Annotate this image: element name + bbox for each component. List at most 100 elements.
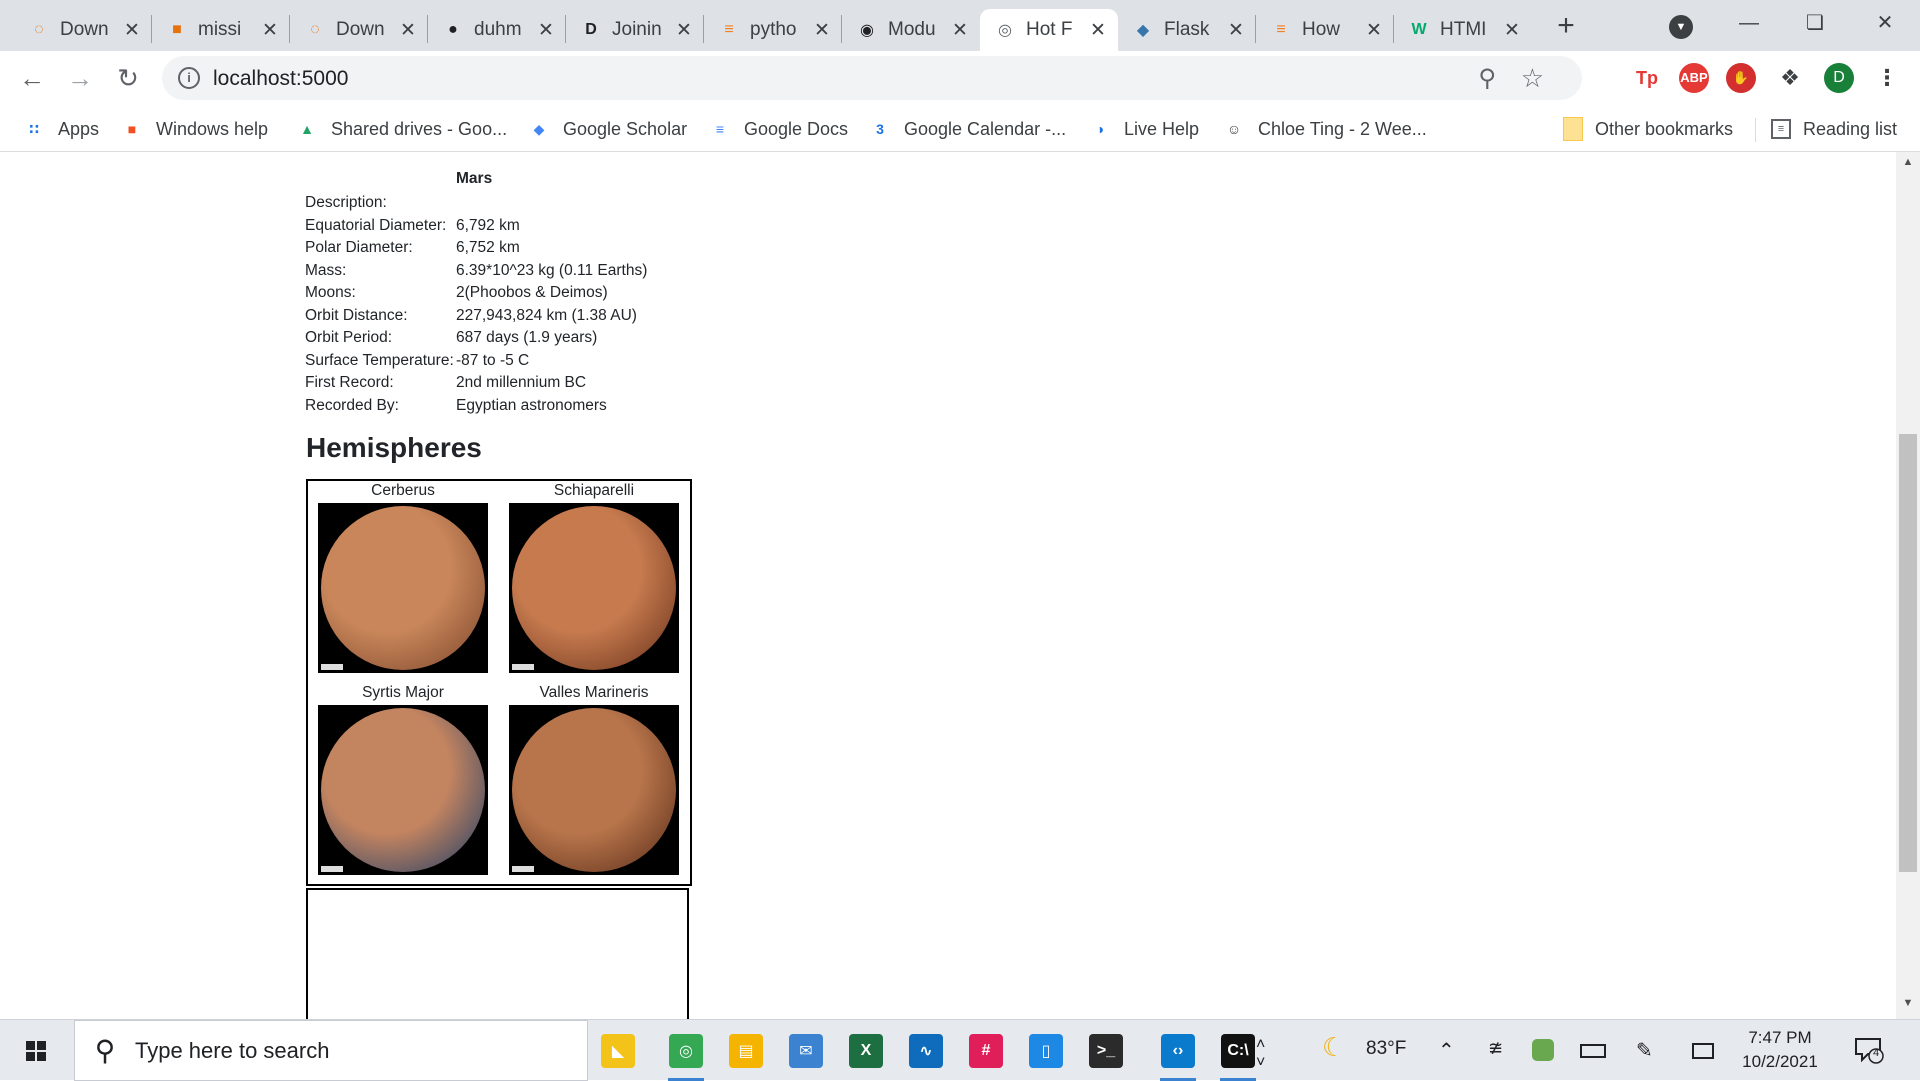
browser-menu-icon[interactable]: ⋮ [1872,63,1902,93]
weather-temperature[interactable]: 83°F [1366,1038,1406,1060]
loading-spinner-icon: ◌ [34,21,44,38]
bookmarks-divider [1755,118,1756,142]
hemisphere-card[interactable]: Syrtis Major [317,683,489,875]
battery-icon[interactable] [1580,1044,1606,1058]
clock[interactable]: 7:47 PM 10/2/2021 [1735,1026,1825,1074]
forward-button[interactable]: → [63,61,97,95]
browser-tab[interactable]: D Joinin ✕ [566,9,704,51]
vertical-scrollbar[interactable]: ▲ ▼ [1896,152,1920,1019]
slack-icon[interactable]: # [964,1030,1008,1072]
browser-tab[interactable]: ≡ How ✕ [1256,9,1394,51]
browser-tab[interactable]: ◎ Hot F ✕ [980,9,1118,51]
browser-tab[interactable]: ◌ Down ✕ [14,9,152,51]
wifi-icon[interactable]: ≇ [1488,1038,1503,1059]
tab-close-icon[interactable]: ✕ [536,19,556,42]
minimize-button[interactable]: — [1726,6,1772,40]
touch-keyboard-icon[interactable] [1692,1043,1714,1059]
file-explorer-icon[interactable]: ▤ [724,1030,768,1072]
browser-tab[interactable]: ≡ pytho ✕ [704,9,842,51]
tab-search-icon[interactable]: ▼ [1669,15,1693,39]
bookmark-item[interactable]: ■ Windows help [120,114,268,144]
weather-moon-icon[interactable]: ☾ [1322,1032,1345,1063]
hemisphere-card[interactable]: Schiaparelli [508,481,680,673]
browser-tab[interactable]: ● duhm ✕ [428,9,566,51]
tp-extension-icon[interactable]: Tp [1632,63,1662,93]
scrollbar-thumb[interactable] [1899,434,1917,872]
scroll-up-arrow-icon[interactable]: ▲ [1896,156,1920,176]
mail-icon[interactable]: ✉ [784,1030,828,1072]
pen-icon[interactable]: ✎ [1636,1038,1653,1063]
adblock-plus-icon[interactable]: ABP [1679,63,1709,93]
url-text[interactable]: localhost:5000 [213,67,348,91]
bookmark-item[interactable]: ∷ Apps [22,114,99,144]
fact-value: 2nd millennium BC [456,374,587,391]
browser-toolbar: ← → ↻ i localhost:5000 ⚲ ☆ Tp ABP ✋ ❖ D ⋮ [0,51,1920,106]
tab-close-icon[interactable]: ✕ [950,19,970,42]
browser-tab[interactable]: W HTMI ✕ [1394,9,1532,51]
bookmark-item[interactable]: ≡ Google Docs [708,114,848,144]
tab-close-icon[interactable]: ✕ [1364,19,1384,42]
usgs-logo [321,664,343,670]
hand-stop-icon[interactable]: ✋ [1726,63,1756,93]
tab-close-icon[interactable]: ✕ [260,19,280,42]
show-hidden-icons-icon[interactable]: ⌃ [1438,1038,1455,1063]
hemisphere-image[interactable] [509,705,679,875]
facts-row: Equatorial Diameter: 6,792 km [304,215,648,238]
scroll-down-arrow-icon[interactable]: ▼ [1896,997,1920,1017]
site-info-icon[interactable]: i [178,67,200,89]
browser-tab[interactable]: ◆ Flask ✕ [1118,9,1256,51]
vscode-icon[interactable]: ‹› [1156,1030,1200,1081]
close-window-button[interactable]: ✕ [1862,6,1908,40]
hemisphere-card[interactable]: Valles Marineris [508,683,680,875]
phone-link-icon[interactable]: ▯ [1024,1030,1068,1072]
address-bar[interactable]: i localhost:5000 ⚲ ☆ [162,56,1582,100]
reading-list-button[interactable]: ≡ Reading list [1771,114,1897,144]
hemisphere-image[interactable] [318,503,488,673]
google-docs-icon: ≡ [715,121,725,137]
browser-tab[interactable]: ◌ Down ✕ [290,9,428,51]
mars-globe [512,506,676,670]
reload-button[interactable]: ↻ [111,61,145,95]
sticky-notes-icon[interactable]: ◣ [596,1030,640,1072]
bookmark-item[interactable]: ◆ Google Scholar [527,114,687,144]
tab-close-icon[interactable]: ✕ [812,19,832,42]
tab-close-icon[interactable]: ✕ [1226,19,1246,42]
restore-button[interactable]: ❏ [1792,6,1838,40]
browser-tab[interactable]: ◉ Modu ✕ [842,9,980,51]
tab-close-icon[interactable]: ✕ [674,19,694,42]
whiteboard-icon[interactable]: ∿ [904,1030,948,1072]
facts-row: Orbit Period: 687 days (1.9 years) [304,327,648,350]
taskbar-search-box[interactable]: ⚲ Type here to search [74,1020,588,1081]
bookmark-item[interactable]: ◑ Live Help [1088,114,1199,144]
bookmark-star-icon[interactable]: ☆ [1521,63,1544,94]
command-prompt-icon[interactable]: C:\ [1216,1030,1260,1081]
excel-icon[interactable]: X [844,1030,888,1072]
bookmark-item[interactable]: 3 Google Calendar -... [868,114,1066,144]
browser-tab[interactable]: ■ missi ✕ [152,9,290,51]
other-bookmarks-button[interactable]: Other bookmarks [1563,114,1733,144]
notification-center-icon[interactable]: 4 [1854,1036,1884,1064]
back-button[interactable]: ← [15,61,49,95]
start-button[interactable] [12,1032,60,1070]
terminal-glyph: >_ [1089,1034,1123,1068]
terminal-icon[interactable]: >_ [1084,1030,1128,1072]
tray-overflow-chevron-icon[interactable]: ˄ ˅ [1256,1036,1265,1072]
mars-globe [321,708,485,872]
facts-row: Recorded By: Egyptian astronomers [304,395,648,418]
bookmark-item[interactable]: ☺ Chloe Ting - 2 Wee... [1222,114,1427,144]
fact-label: Orbit Distance: [305,306,408,324]
hemisphere-image[interactable] [509,503,679,673]
app-tray-icon[interactable] [1532,1039,1554,1061]
hemisphere-card[interactable]: Cerberus [317,481,489,673]
bookmark-item[interactable]: ▲ Shared drives - Goo... [295,114,507,144]
hemisphere-image[interactable] [318,705,488,875]
tab-close-icon[interactable]: ✕ [398,19,418,42]
new-tab-button[interactable]: + [1548,9,1584,45]
tab-close-icon[interactable]: ✕ [122,19,142,42]
profile-avatar[interactable]: D [1824,63,1854,93]
tab-close-icon[interactable]: ✕ [1502,19,1522,42]
extensions-puzzle-icon[interactable]: ❖ [1775,63,1805,93]
chrome-icon[interactable]: ◎ [664,1030,708,1081]
zoom-icon[interactable]: ⚲ [1478,64,1496,93]
tab-close-icon[interactable]: ✕ [1088,19,1108,42]
